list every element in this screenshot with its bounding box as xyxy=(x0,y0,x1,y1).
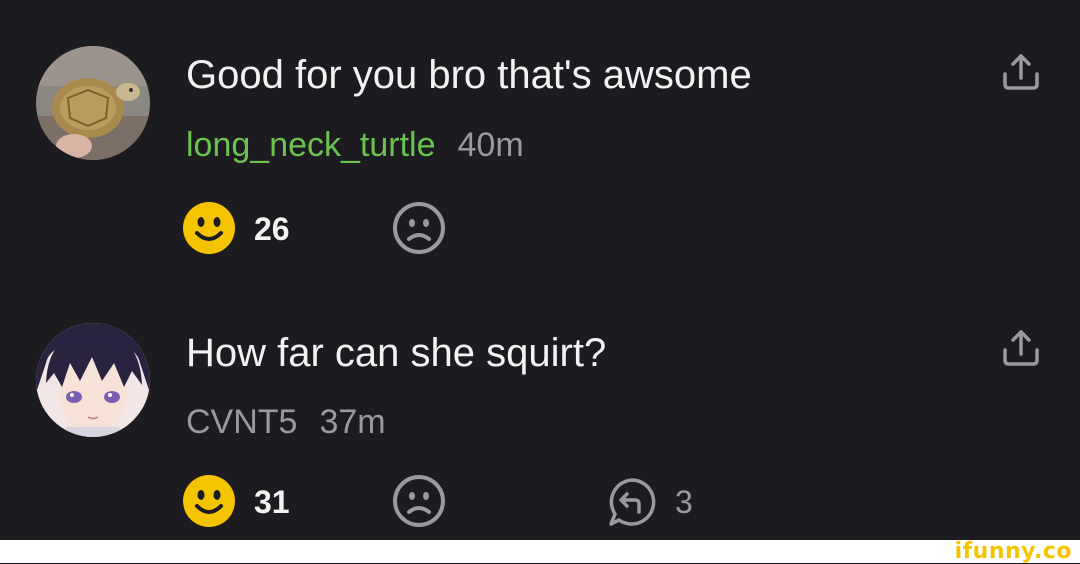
reply-icon[interactable] xyxy=(605,476,659,530)
share-icon[interactable] xyxy=(999,326,1043,370)
share-icon[interactable] xyxy=(999,50,1043,94)
watermark-bar: ifunny.co xyxy=(0,540,1080,563)
frown-icon[interactable] xyxy=(392,474,446,528)
comment-meta: long_neck_turtle 40m xyxy=(186,125,524,165)
smile-count: 31 xyxy=(254,484,290,520)
timestamp: 40m xyxy=(457,126,524,164)
ifunny-watermark: ifunny.co xyxy=(954,539,1072,564)
reply-count: 3 xyxy=(675,484,693,520)
smile-icon[interactable] xyxy=(182,474,236,528)
comment-actions: 31 3 xyxy=(182,474,882,530)
username-link[interactable]: CVNT5 xyxy=(186,403,297,441)
comment-text: Good for you bro that's awsome xyxy=(186,53,752,97)
frown-icon[interactable] xyxy=(392,201,446,255)
user-avatar[interactable] xyxy=(36,46,150,160)
timestamp: 37m xyxy=(319,403,386,441)
user-avatar[interactable] xyxy=(36,323,150,437)
comment-meta: CVNT5 37m xyxy=(186,402,386,442)
turtle-photo-avatar xyxy=(36,46,150,160)
anime-girl-avatar xyxy=(36,323,150,437)
username-link[interactable]: long_neck_turtle xyxy=(186,126,436,164)
smile-count: 26 xyxy=(254,211,290,247)
smile-icon[interactable] xyxy=(182,201,236,255)
comment-text: How far can she squirt? xyxy=(186,331,607,375)
comment-actions: 26 xyxy=(182,201,882,257)
